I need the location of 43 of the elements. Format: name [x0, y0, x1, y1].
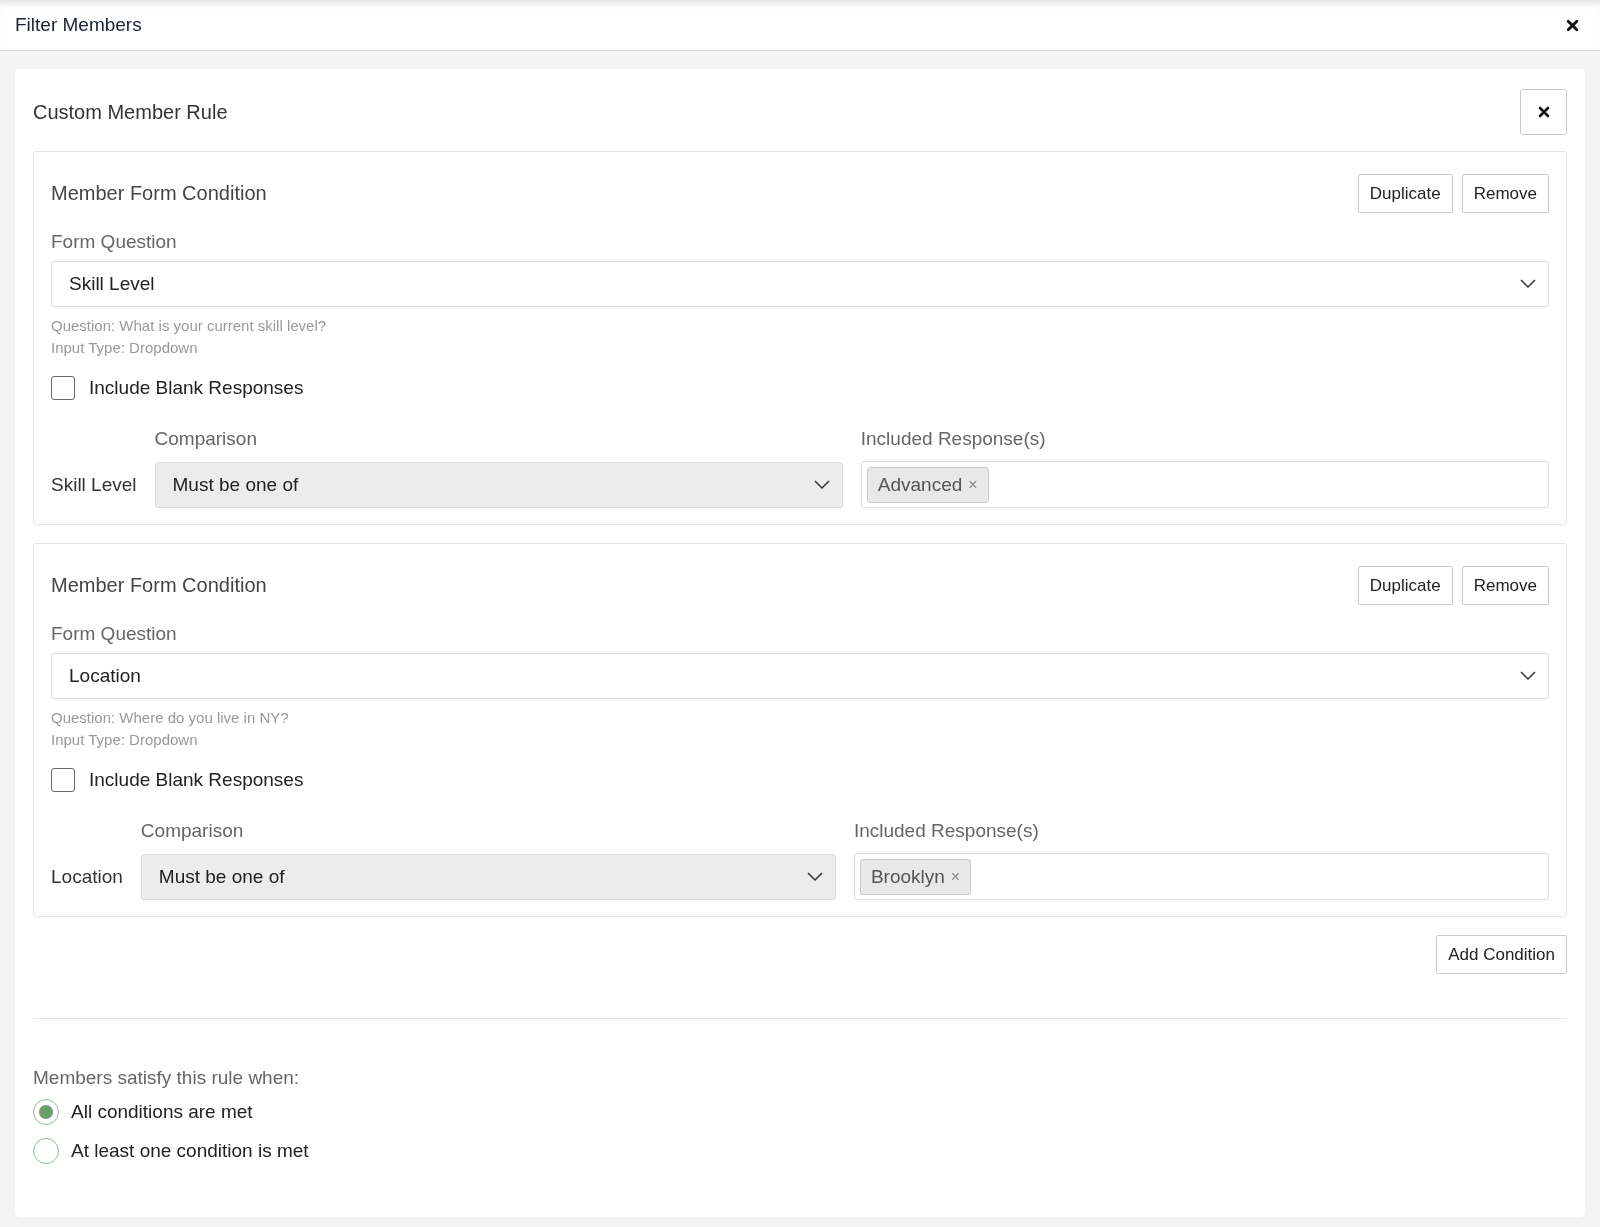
field-label: Included Response(s): [860, 428, 1047, 450]
responses-field[interactable]: Advanced ×: [860, 461, 1549, 508]
question-hint: Question: Where do you live in NY?: [51, 709, 290, 726]
chevron-down-icon: [806, 871, 823, 882]
checkbox[interactable]: [51, 768, 75, 792]
condition-title: Member Form Condition: [51, 574, 267, 597]
chevron-down-icon: [1520, 279, 1536, 289]
field-label: Comparison: [154, 428, 258, 450]
row-label: Skill Level: [51, 473, 137, 496]
responses-field[interactable]: Brooklyn ×: [853, 853, 1549, 900]
field-label: Comparison: [140, 820, 245, 842]
checkbox[interactable]: [51, 376, 75, 400]
radio-label: All conditions are met: [71, 1101, 253, 1123]
tag-label: Brooklyn: [870, 865, 945, 888]
chevron-down-icon: [813, 479, 830, 490]
radio-label: At least one condition is met: [71, 1140, 309, 1162]
input-type-hint: Input Type: Dropdown: [51, 731, 199, 748]
action-button[interactable]: Remove: [1461, 174, 1549, 213]
dialog-title: Filter Members: [15, 14, 142, 36]
checkbox-label: Include Blank Responses: [89, 377, 304, 399]
comparison-select[interactable]: Must be one of: [154, 461, 843, 508]
close-icon[interactable]: [1566, 18, 1579, 32]
satisfy-label: Members satisfy this rule when:: [33, 1067, 301, 1089]
field-label: Included Response(s): [853, 820, 1040, 842]
close-icon: [1537, 106, 1550, 118]
input-type-hint: Input Type: Dropdown: [51, 339, 199, 356]
field-label: Form Question: [51, 623, 178, 645]
tag-label: Advanced: [877, 473, 963, 496]
question-select[interactable]: Skill Level: [51, 261, 1549, 307]
comparison-select[interactable]: Must be one of: [140, 853, 836, 900]
question-select[interactable]: Location: [51, 653, 1549, 699]
condition-title: Member Form Condition: [51, 182, 267, 205]
rule-title: Custom Member Rule: [33, 100, 228, 124]
add-condition-button[interactable]: Add Condition: [1436, 935, 1567, 974]
row-label: Location: [51, 865, 123, 888]
chevron-down-icon: [1520, 671, 1536, 681]
field-label: Form Question: [51, 231, 178, 253]
action-button[interactable]: Duplicate: [1357, 566, 1453, 605]
question-hint: Question: What is your current skill level?: [51, 317, 328, 334]
action-button[interactable]: Duplicate: [1357, 174, 1453, 213]
action-button[interactable]: Remove: [1461, 566, 1549, 605]
close-button[interactable]: [1520, 89, 1567, 135]
checkbox-label: Include Blank Responses: [89, 769, 304, 791]
